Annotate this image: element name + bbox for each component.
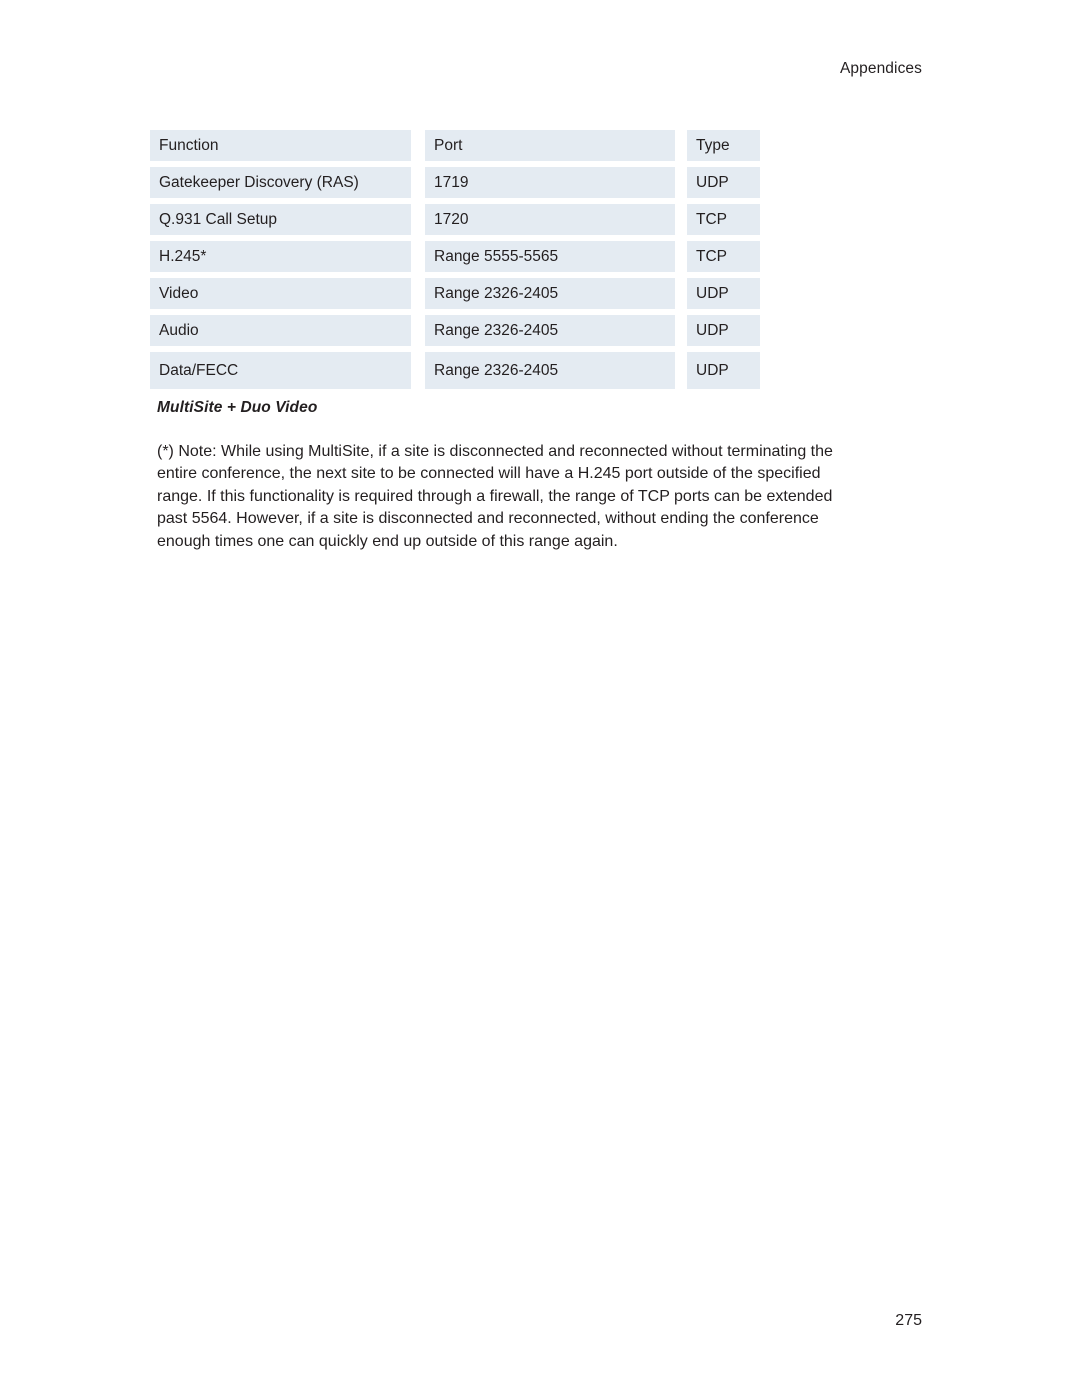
footnote-line: entire conference, the next site to be c…: [157, 465, 821, 483]
table-row: Gatekeeper Discovery (RAS) 1719 UDP: [150, 167, 760, 204]
cell-function: Video: [150, 278, 425, 315]
cell-type: UDP: [687, 352, 760, 389]
table-header-port: Port: [425, 130, 687, 167]
cell-port: Range 2326-2405: [425, 315, 687, 352]
page-number: 275: [895, 1312, 922, 1329]
cell-type: UDP: [687, 167, 760, 204]
document-page: Appendices Function Port Type Gatekeeper…: [0, 0, 1080, 1397]
footnote-line: (*) Note: While using MultiSite, if a si…: [157, 443, 833, 460]
table-row: Audio Range 2326-2405 UDP: [150, 315, 760, 352]
footnote-line: range. If this functionality is required…: [157, 487, 833, 505]
cell-port: Range 5555-5565: [425, 241, 687, 278]
footnote-paragraph: (*) Note: While using MultiSite, if a si…: [157, 441, 909, 553]
table-row: Q.931 Call Setup 1720 TCP: [150, 204, 760, 241]
footnote-line: past 5564. However, if a site is disconn…: [157, 510, 819, 528]
cell-function: H.245*: [150, 241, 425, 278]
table-row: Data/FECC Range 2326-2405 UDP: [150, 352, 760, 389]
cell-port: Range 2326-2405: [425, 352, 687, 389]
table-row: H.245* Range 5555-5565 TCP: [150, 241, 760, 278]
cell-type: UDP: [687, 278, 760, 315]
cell-port: 1720: [425, 204, 687, 241]
cell-port: Range 2326-2405: [425, 278, 687, 315]
cell-function: Q.931 Call Setup: [150, 204, 425, 241]
cell-port: 1719: [425, 167, 687, 204]
table-body: Function Port Type Gatekeeper Discovery …: [150, 130, 760, 389]
cell-function: Data/FECC: [150, 352, 425, 389]
cell-type: UDP: [687, 315, 760, 352]
cell-function: Audio: [150, 315, 425, 352]
table-caption: MultiSite + Duo Video: [157, 399, 318, 416]
table-header-type: Type: [687, 130, 760, 167]
table-row: Video Range 2326-2405 UDP: [150, 278, 760, 315]
table-header-function: Function: [150, 130, 425, 167]
cell-type: TCP: [687, 204, 760, 241]
footnote-line: enough times one can quickly end up outs…: [157, 532, 618, 550]
cell-function: Gatekeeper Discovery (RAS): [150, 167, 425, 204]
table-row-header: Function Port Type: [150, 130, 760, 167]
cell-type: TCP: [687, 241, 760, 278]
running-header: Appendices: [839, 60, 922, 77]
port-assignment-table: Function Port Type Gatekeeper Discovery …: [150, 130, 760, 389]
